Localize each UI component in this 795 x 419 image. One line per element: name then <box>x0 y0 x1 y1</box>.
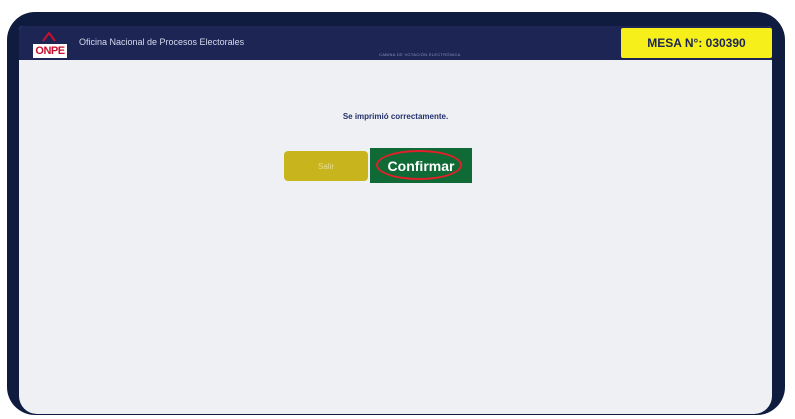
organization-name: Oficina Nacional de Procesos Electorales <box>79 37 245 47</box>
onpe-logo: ONPE <box>33 32 67 60</box>
ballot-box-icon <box>42 32 56 42</box>
salir-button[interactable]: Salir <box>284 151 368 181</box>
header-subtitle: CABINA DE VOTACIÓN ELECTRÓNICA <box>379 52 461 57</box>
voting-screen: ONPE Oficina Nacional de Procesos Electo… <box>19 26 772 414</box>
logo-text: ONPE <box>33 44 67 58</box>
confirm-button[interactable]: Confirmar <box>370 148 472 183</box>
status-message: Se imprimió correctamente. <box>342 112 449 121</box>
header-bar: ONPE Oficina Nacional de Procesos Electo… <box>19 26 772 60</box>
mesa-number-badge: MESA N°: 030390 <box>621 28 772 58</box>
